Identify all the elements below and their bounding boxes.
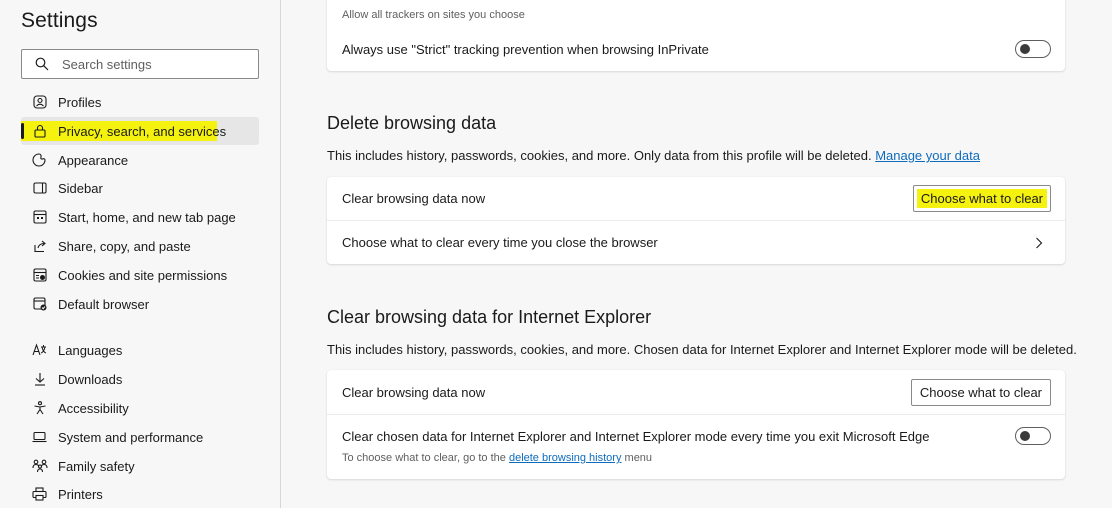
- search-icon: [22, 57, 62, 71]
- sidebar-item-accessibility[interactable]: Accessibility: [21, 394, 259, 422]
- languages-icon: [21, 343, 58, 357]
- clear-on-close-row[interactable]: Choose what to clear every time you clos…: [327, 220, 1065, 264]
- sidebar-item-share[interactable]: Share, copy, and paste: [21, 232, 259, 260]
- sidebar-item-label: Family safety: [58, 458, 135, 474]
- sidebar-item-default-browser[interactable]: Default browser: [21, 290, 259, 318]
- sidebar-item-label: Privacy, search, and services: [58, 123, 227, 139]
- printer-icon: [21, 487, 58, 501]
- ie-note-suffix: menu: [624, 452, 653, 464]
- sidebar-item-label: Sidebar: [58, 180, 103, 196]
- sidebar-item-label: Default browser: [58, 296, 150, 312]
- ie-choose-what-to-clear-button[interactable]: Choose what to clear: [910, 378, 1051, 406]
- ie-note-prefix: To choose what to clear, go to the: [342, 452, 506, 464]
- ie-clear-card: Clear browsing data now Choose what to c…: [327, 370, 1065, 479]
- clear-on-close-label: Choose what to clear every time you clos…: [342, 235, 658, 250]
- sidebar-item-label: Appearance: [58, 152, 129, 168]
- tracking-prevention-card: Allow all trackers on sites you choose A…: [327, 0, 1065, 71]
- sidebar-item-sidebar[interactable]: Sidebar: [21, 174, 259, 202]
- sidebar-item-label: Share, copy, and paste: [58, 238, 191, 254]
- delete-browsing-data-desc: This includes history, passwords, cookie…: [327, 148, 980, 163]
- ie-clear-on-exit-text: Clear chosen data for Internet Explorer …: [342, 429, 929, 464]
- delete-browsing-data-heading: Delete browsing data: [327, 113, 497, 133]
- choose-what-to-clear-button[interactable]: Choose what to clear: [912, 185, 1051, 212]
- clear-now-label: Clear browsing data now: [342, 191, 486, 206]
- settings-content: Allow all trackers on sites you choose A…: [282, 0, 1112, 508]
- sidebar-item-label: Start, home, and new tab page: [58, 209, 236, 225]
- search-input[interactable]: [62, 56, 252, 72]
- sidebar-item-printers[interactable]: Printers: [21, 480, 259, 508]
- ie-clear-on-exit-toggle[interactable]: [1015, 427, 1051, 445]
- strict-inprivate-label: Always use "Strict" tracking prevention …: [342, 41, 709, 57]
- home-tab-icon: [21, 210, 58, 224]
- sidebar-item-label: Cookies and site permissions: [58, 267, 228, 283]
- ie-clear-on-exit-row: Clear chosen data for Internet Explorer …: [327, 414, 1065, 479]
- ie-clear-on-exit-note: To choose what to clear, go to the delet…: [342, 452, 929, 464]
- tracking-balanced-note: Allow all trackers on sites you choose: [342, 9, 525, 21]
- ie-clear-now-label: Clear browsing data now: [342, 384, 486, 400]
- laptop-icon: [21, 431, 58, 443]
- ie-clear-desc: This includes history, passwords, cookie…: [327, 342, 1077, 357]
- sidebar-item-privacy[interactable]: Privacy, search, and services: [21, 117, 259, 145]
- clear-now-row: Clear browsing data now Choose what to c…: [327, 177, 1065, 220]
- family-icon: [21, 459, 58, 473]
- sidebar-item-system[interactable]: System and performance: [21, 423, 259, 451]
- settings-sidebar: Settings Profiles Privacy, search, and s…: [0, 0, 281, 508]
- sidebar-item-label: System and performance: [58, 429, 204, 445]
- sidebar-item-label: Profiles: [58, 94, 102, 110]
- sidebar-icon: [21, 182, 58, 194]
- accessibility-icon: [21, 401, 58, 415]
- strict-inprivate-toggle[interactable]: [1015, 40, 1051, 58]
- sidebar-item-label: Languages: [58, 342, 123, 358]
- toggle-knob: [1020, 431, 1030, 441]
- manage-your-data-link[interactable]: Manage your data: [875, 148, 980, 163]
- cookies-icon: [21, 268, 58, 282]
- share-icon: [21, 239, 58, 253]
- download-icon: [21, 372, 58, 386]
- profile-icon: [21, 95, 58, 109]
- delete-browsing-data-card: Clear browsing data now Choose what to c…: [327, 177, 1065, 264]
- ie-clear-now-row: Clear browsing data now Choose what to c…: [327, 370, 1065, 414]
- ie-clear-on-exit-label: Clear chosen data for Internet Explorer …: [342, 429, 930, 444]
- appearance-icon: [21, 153, 58, 167]
- sidebar-item-label: Downloads: [58, 371, 123, 387]
- ie-clear-heading: Clear browsing data for Internet Explore…: [327, 307, 652, 327]
- toggle-knob: [1020, 44, 1030, 54]
- sidebar-item-label: Accessibility: [58, 400, 129, 416]
- sidebar-item-languages[interactable]: Languages: [21, 336, 259, 364]
- default-browser-icon: [21, 297, 58, 311]
- delete-browsing-history-link[interactable]: delete browsing history: [509, 452, 622, 464]
- sidebar-item-downloads[interactable]: Downloads: [21, 365, 259, 393]
- sidebar-item-profiles[interactable]: Profiles: [21, 88, 259, 116]
- sidebar-item-appearance[interactable]: Appearance: [21, 146, 259, 174]
- sidebar-item-cookies[interactable]: Cookies and site permissions: [21, 261, 259, 289]
- lock-icon: [21, 124, 58, 138]
- chevron-right-icon: [1031, 237, 1047, 249]
- settings-title: Settings: [21, 9, 98, 32]
- sidebar-item-start-home[interactable]: Start, home, and new tab page: [21, 203, 259, 231]
- sidebar-item-family[interactable]: Family safety: [21, 452, 259, 480]
- strict-inprivate-row: Always use "Strict" tracking prevention …: [327, 34, 1065, 64]
- delete-desc-text: This includes history, passwords, cookie…: [327, 148, 872, 163]
- sidebar-item-label: Printers: [58, 486, 103, 502]
- search-settings-box[interactable]: [21, 49, 259, 79]
